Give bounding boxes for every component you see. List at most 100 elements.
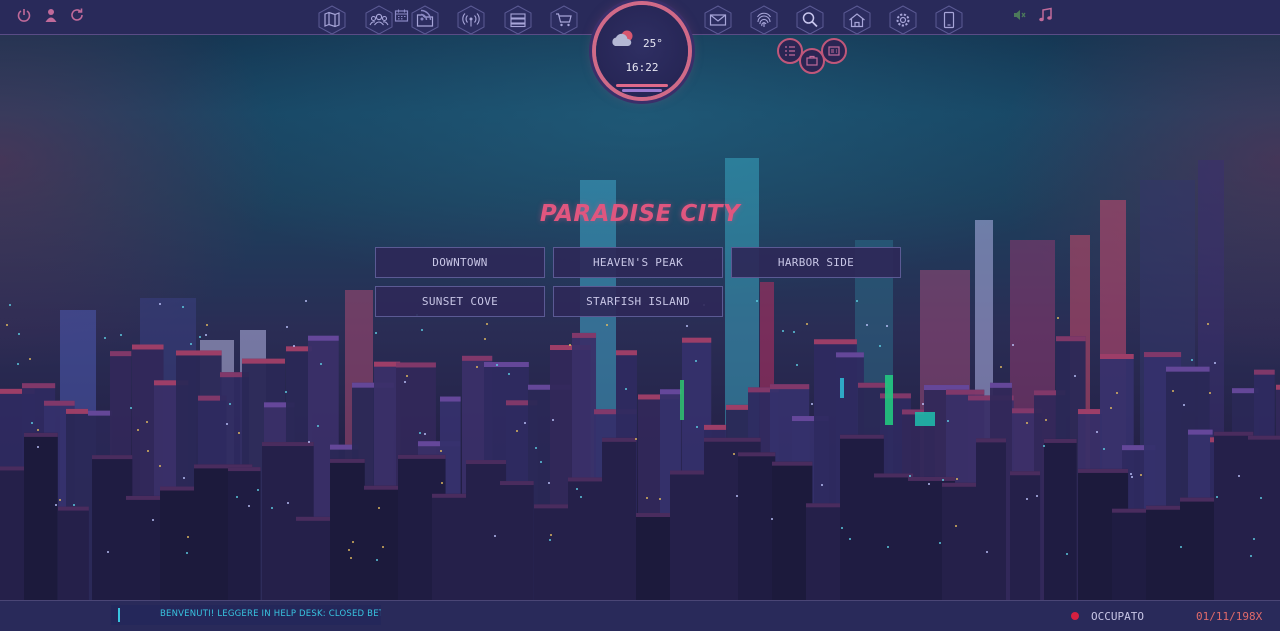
district-button-starfish-island[interactable]: STARFISH ISLAND bbox=[553, 286, 723, 317]
building bbox=[695, 360, 697, 362]
building bbox=[550, 534, 552, 536]
building bbox=[228, 467, 261, 472]
building bbox=[821, 484, 823, 486]
building bbox=[1044, 438, 1077, 443]
rss-icon[interactable] bbox=[417, 6, 435, 24]
building bbox=[378, 507, 380, 509]
building bbox=[1043, 445, 1045, 447]
building bbox=[1209, 392, 1211, 394]
cart-icon[interactable] bbox=[549, 5, 579, 35]
building bbox=[1166, 366, 1210, 372]
refresh-icon[interactable] bbox=[68, 6, 86, 24]
building bbox=[806, 323, 808, 325]
building bbox=[1253, 538, 1255, 540]
building bbox=[660, 389, 682, 395]
building bbox=[635, 438, 637, 440]
building bbox=[37, 429, 39, 431]
map-icon[interactable] bbox=[317, 5, 347, 35]
building bbox=[976, 438, 1007, 443]
building bbox=[317, 425, 319, 427]
building bbox=[398, 454, 446, 459]
building bbox=[535, 447, 537, 449]
building bbox=[0, 466, 27, 471]
volume-muted-icon[interactable] bbox=[1010, 6, 1028, 24]
building bbox=[476, 366, 478, 368]
building bbox=[500, 481, 534, 486]
building bbox=[308, 335, 339, 341]
building bbox=[58, 506, 89, 511]
building bbox=[772, 461, 813, 466]
clock-stripe bbox=[616, 84, 668, 87]
building bbox=[1238, 475, 1240, 477]
district-button-downtown[interactable]: DOWNTOWN bbox=[375, 247, 545, 278]
building bbox=[524, 422, 526, 424]
building bbox=[1214, 362, 1216, 364]
building bbox=[1012, 344, 1014, 346]
weather-clock-widget: 25° 16:22 bbox=[596, 5, 688, 97]
id-card-icon[interactable] bbox=[821, 38, 847, 64]
server-icon[interactable] bbox=[503, 5, 533, 35]
building bbox=[31, 422, 33, 424]
broadcast-icon[interactable] bbox=[456, 5, 486, 35]
fingerprint-icon[interactable] bbox=[749, 5, 779, 35]
building bbox=[736, 495, 738, 497]
building bbox=[704, 424, 728, 430]
building bbox=[1056, 336, 1086, 342]
building bbox=[293, 345, 295, 347]
building bbox=[1216, 496, 1218, 498]
building bbox=[866, 324, 868, 326]
building bbox=[508, 373, 510, 375]
building bbox=[37, 446, 39, 448]
building bbox=[540, 461, 542, 463]
building bbox=[226, 423, 228, 425]
building bbox=[1140, 474, 1142, 476]
power-icon[interactable] bbox=[15, 6, 33, 24]
building bbox=[908, 476, 956, 481]
building bbox=[159, 465, 161, 467]
building bbox=[462, 355, 493, 361]
building bbox=[440, 396, 461, 402]
building bbox=[110, 351, 132, 357]
district-button-harbor-side[interactable]: HARBOR SIDE bbox=[731, 247, 901, 278]
district-button-sunset-cove[interactable]: SUNSET COVE bbox=[375, 286, 545, 317]
building bbox=[738, 452, 776, 457]
building bbox=[287, 502, 289, 504]
building bbox=[874, 473, 914, 478]
building bbox=[104, 337, 106, 339]
status-indicator-dot bbox=[1071, 612, 1079, 620]
phone-icon[interactable] bbox=[934, 5, 964, 35]
building bbox=[942, 479, 944, 481]
building bbox=[1172, 390, 1174, 392]
clock-stripe bbox=[622, 89, 662, 92]
building bbox=[271, 507, 273, 509]
building bbox=[9, 304, 11, 306]
building bbox=[572, 332, 597, 338]
building bbox=[484, 338, 486, 340]
people-icon[interactable] bbox=[364, 5, 394, 35]
building bbox=[352, 541, 354, 543]
building bbox=[549, 539, 551, 541]
building bbox=[1026, 498, 1028, 500]
search-icon[interactable] bbox=[795, 5, 825, 35]
building bbox=[770, 384, 810, 390]
building bbox=[22, 383, 56, 389]
building bbox=[922, 403, 924, 405]
building bbox=[924, 385, 970, 391]
music-note-icon[interactable] bbox=[1036, 6, 1054, 24]
building bbox=[285, 391, 287, 393]
building bbox=[909, 475, 911, 477]
mail-icon[interactable] bbox=[703, 5, 733, 35]
calendar-icon[interactable] bbox=[392, 6, 410, 24]
building bbox=[552, 419, 554, 421]
building bbox=[229, 403, 231, 405]
user-icon[interactable] bbox=[42, 6, 60, 24]
building bbox=[811, 403, 813, 405]
house-icon[interactable] bbox=[842, 5, 872, 35]
date-display: 01/11/198X bbox=[1196, 610, 1263, 623]
building bbox=[1276, 384, 1280, 390]
building bbox=[840, 378, 844, 398]
district-button-heavens-peak[interactable]: HEAVEN'S PEAK bbox=[553, 247, 723, 278]
building bbox=[1036, 495, 1038, 497]
building bbox=[44, 400, 75, 406]
gear-icon[interactable] bbox=[888, 5, 918, 35]
